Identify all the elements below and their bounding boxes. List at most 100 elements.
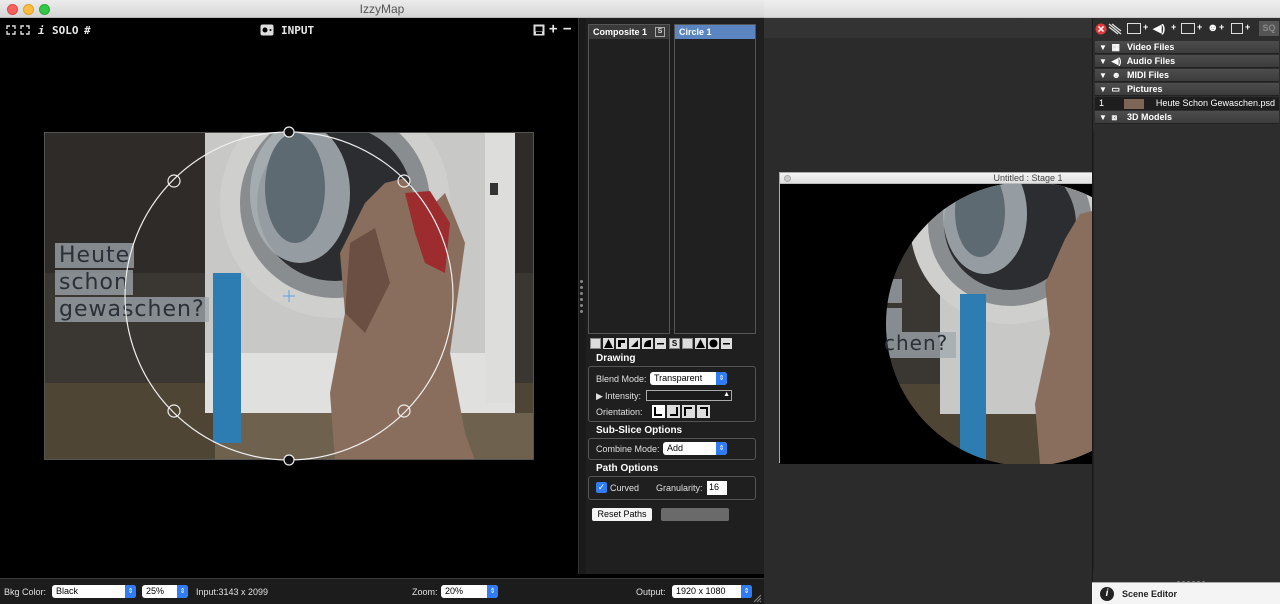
audio-files-category[interactable]: ▼ ◀) Audio Files <box>1095 55 1279 68</box>
scene-editor-bar[interactable]: i Scene Editor <box>1092 582 1280 604</box>
pictures-category[interactable]: ▼ ▭ Pictures <box>1095 83 1279 96</box>
add-midi-plus[interactable]: + <box>1219 22 1224 36</box>
video-files-category[interactable]: ▼ ▦ Video Files <box>1095 41 1279 54</box>
scale-select[interactable]: 25% ⇕ <box>142 585 188 598</box>
zoom-label: Zoom: <box>412 587 438 597</box>
combine-mode-select[interactable]: Add ⇕ <box>663 442 727 455</box>
handle-bottom-right[interactable] <box>397 404 411 418</box>
remove-media-icon[interactable] <box>1095 22 1123 36</box>
circle-layer-item[interactable]: Circle 1 <box>675 25 755 39</box>
orientation-tl-icon[interactable] <box>682 405 695 418</box>
add-rect-icon[interactable] <box>590 338 601 349</box>
add-triangle-icon[interactable] <box>603 338 614 349</box>
category-label: Audio Files <box>1126 56 1176 66</box>
remove-slice-icon[interactable] <box>655 338 666 349</box>
add-3d-plus[interactable]: + <box>1245 22 1250 36</box>
cube-icon: ⧈ <box>1111 112 1118 122</box>
splitter-grip-dot <box>580 304 583 307</box>
disclosure-triangle-icon[interactable]: ▼ <box>1099 57 1109 66</box>
solo-badge[interactable]: S <box>655 27 665 37</box>
category-label: Video Files <box>1127 42 1175 52</box>
slider-thumb-icon[interactable]: ▲ <box>723 391 730 398</box>
curved-checkbox[interactable]: ✓ <box>596 482 607 493</box>
orientation-bl-icon[interactable] <box>652 405 665 418</box>
add-3d-model-icon[interactable] <box>1231 23 1243 34</box>
add-picture-icon[interactable] <box>1181 23 1195 34</box>
sq-button[interactable]: SQ <box>1259 21 1279 36</box>
chevron-down-icon: ⇕ <box>487 585 498 598</box>
handle-top-left[interactable] <box>167 174 181 188</box>
disclosure-triangle-icon[interactable]: ▼ <box>1099 43 1109 52</box>
disclosure-triangle-icon[interactable]: ▼ <box>1099 113 1109 122</box>
input-resolution: Input:3143 x 2099 <box>196 587 269 597</box>
combine-mode-label: Combine Mode: <box>596 444 660 454</box>
resize-grip-icon[interactable] <box>752 593 762 603</box>
output-label: Output: <box>636 587 666 597</box>
add-circle-slice-icon[interactable] <box>708 338 719 349</box>
chevron-down-icon: ⇕ <box>177 585 188 598</box>
solo-slice-icon[interactable]: S <box>669 338 680 349</box>
rotate-handle-bottom[interactable] <box>283 454 295 466</box>
add-audio-plus[interactable]: + <box>1171 22 1176 36</box>
combine-mode-value: Add <box>667 443 684 453</box>
category-label: MIDI Files <box>1127 70 1170 80</box>
add-rect-slice-icon[interactable] <box>682 338 693 349</box>
granularity-label: Granularity: <box>656 483 703 493</box>
intensity-disclosure-icon[interactable]: ▶ <box>596 391 603 402</box>
info-icon[interactable]: i <box>1100 587 1114 601</box>
add-audio-icon[interactable]: ◀) <box>1153 22 1165 36</box>
add-corner-icon[interactable] <box>616 338 627 349</box>
bkg-color-select[interactable]: Black ⇕ <box>52 585 136 598</box>
output-resolution-value: 1920 x 1080 <box>676 586 726 596</box>
zoom-value: 20% <box>445 586 464 596</box>
panel-splitter[interactable] <box>578 18 586 574</box>
composite-layer-label: Composite 1 <box>593 27 648 37</box>
rotate-handle-top[interactable] <box>283 126 295 138</box>
handle-bottom-left[interactable] <box>167 404 181 418</box>
picture-item[interactable]: 1 Heute Schon Gewaschen.psd <box>1095 97 1279 110</box>
composite-layer-header[interactable]: Composite 1 S <box>589 25 669 39</box>
chevron-down-icon: ⇕ <box>741 585 752 598</box>
intensity-slider[interactable]: ▲ <box>646 390 732 401</box>
orientation-label: Orientation: <box>596 407 643 417</box>
add-triangle-slice-icon[interactable] <box>695 338 706 349</box>
handle-top-right[interactable] <box>397 174 411 188</box>
add-curve-icon[interactable] <box>642 338 653 349</box>
circle-slice-overlay[interactable] <box>0 0 578 574</box>
disabled-button <box>661 508 729 521</box>
main-titlebar[interactable] <box>764 0 1280 18</box>
bkg-color-value: Black <box>56 586 79 596</box>
disclosure-triangle-icon[interactable]: ▼ <box>1099 71 1109 80</box>
orientation-br-icon[interactable] <box>667 405 680 418</box>
reset-paths-button[interactable]: Reset Paths <box>592 508 652 521</box>
remove-slice-2-icon[interactable] <box>721 338 732 349</box>
granularity-field[interactable]: 16 <box>707 481 727 495</box>
disclosure-triangle-icon[interactable]: ▼ <box>1099 85 1109 94</box>
panel-resize-grip[interactable] <box>1177 571 1217 584</box>
category-label: 3D Models <box>1127 112 1173 122</box>
3d-models-category[interactable]: ▼ ⧈ 3D Models <box>1095 111 1279 124</box>
speaker-icon: ◀) <box>1111 56 1122 66</box>
blend-mode-label: Blend Mode: <box>596 374 647 384</box>
picture-icon: ▭ <box>1111 84 1121 94</box>
scale-value: 25% <box>146 586 165 596</box>
stage-overlay-text: chen? <box>884 331 949 355</box>
status-bar: Bkg Color: Black ⇕ 25% ⇕ Input:3143 x 20… <box>0 578 764 604</box>
add-video-icon[interactable] <box>1127 23 1141 34</box>
circle-layer-label: Circle 1 <box>679 27 712 37</box>
add-wedge-icon[interactable] <box>629 338 640 349</box>
add-video-plus[interactable]: + <box>1143 22 1148 36</box>
output-resolution-select[interactable]: 1920 x 1080 ⇕ <box>672 585 752 598</box>
zoom-select[interactable]: 20% ⇕ <box>441 585 498 598</box>
orientation-tr-icon[interactable] <box>697 405 710 418</box>
properties-panel: Composite 1 S Circle 1 S Drawing Blend M… <box>586 18 764 574</box>
composite-layer-list[interactable]: Composite 1 S <box>588 24 670 334</box>
subslice-section-title: Sub-Slice Options <box>596 425 683 436</box>
midi-files-category[interactable]: ▼ ☻ MIDI Files <box>1095 69 1279 82</box>
slice-layer-list[interactable]: Circle 1 <box>674 24 756 334</box>
add-picture-plus[interactable]: + <box>1197 22 1202 36</box>
curved-label: Curved <box>610 483 640 493</box>
add-midi-icon[interactable]: ☻ <box>1207 22 1219 36</box>
blend-mode-select[interactable]: Transparent ⇕ <box>650 372 727 385</box>
film-icon: ▦ <box>1111 42 1121 52</box>
